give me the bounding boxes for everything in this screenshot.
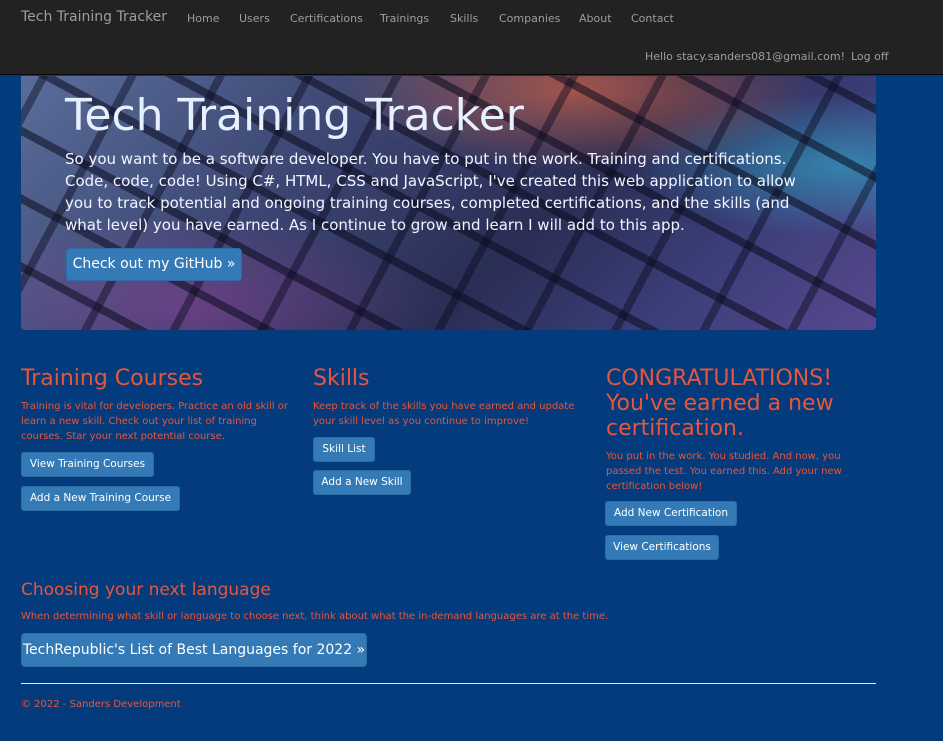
language-text: When determining what skill or language … (21, 611, 609, 622)
nav-home[interactable]: Home (187, 12, 219, 25)
training-courses-heading: Training Courses (21, 366, 204, 391)
certification-congrats-heading: CONGRATULATIONS! You've earned a new cer… (606, 366, 834, 441)
hero-title: Tech Training Tracker (65, 90, 524, 141)
hero-description: So you want to be a software developer. … (65, 150, 796, 234)
nav-skills[interactable]: Skills (450, 12, 478, 25)
footer-copyright: © 2022 - Sanders Development (21, 699, 181, 710)
add-skill-button[interactable]: Add a New Skill (313, 470, 411, 495)
hero-banner: Tech Training Tracker So you want to be … (21, 76, 876, 330)
nav-about[interactable]: About (579, 12, 612, 25)
skill-list-button[interactable]: Skill List (313, 437, 375, 462)
skills-heading: Skills (313, 366, 370, 391)
footer-divider (21, 683, 876, 684)
add-training-course-button[interactable]: Add a New Training Course (21, 486, 180, 511)
nav-users[interactable]: Users (239, 12, 270, 25)
nav-logoff[interactable]: Log off (851, 50, 888, 63)
training-courses-text: Training is vital for developers. Practi… (21, 401, 289, 442)
nav-trainings[interactable]: Trainings (380, 12, 429, 25)
skills-text: Keep track of the skills you have earned… (313, 401, 575, 427)
nav-contact[interactable]: Contact (631, 12, 674, 25)
certification-text: You put in the work. You studied. And no… (606, 451, 842, 492)
nav-certifications[interactable]: Certifications (290, 12, 363, 25)
view-training-courses-button[interactable]: View Training Courses (21, 452, 154, 477)
best-languages-button[interactable]: TechRepublic's List of Best Languages fo… (21, 633, 367, 667)
language-heading: Choosing your next language (21, 580, 271, 600)
nav-companies[interactable]: Companies (499, 12, 560, 25)
nav-user-greeting[interactable]: Hello stacy.sanders081@gmail.com! (645, 50, 845, 63)
view-certifications-button[interactable]: View Certifications (605, 535, 719, 560)
add-certification-button[interactable]: Add New Certification (605, 501, 737, 526)
navbar-brand[interactable]: Tech Training Tracker (21, 9, 167, 25)
github-button[interactable]: Check out my GitHub » (66, 248, 242, 281)
top-navbar: Tech Training Tracker Home Users Certifi… (0, 0, 943, 75)
